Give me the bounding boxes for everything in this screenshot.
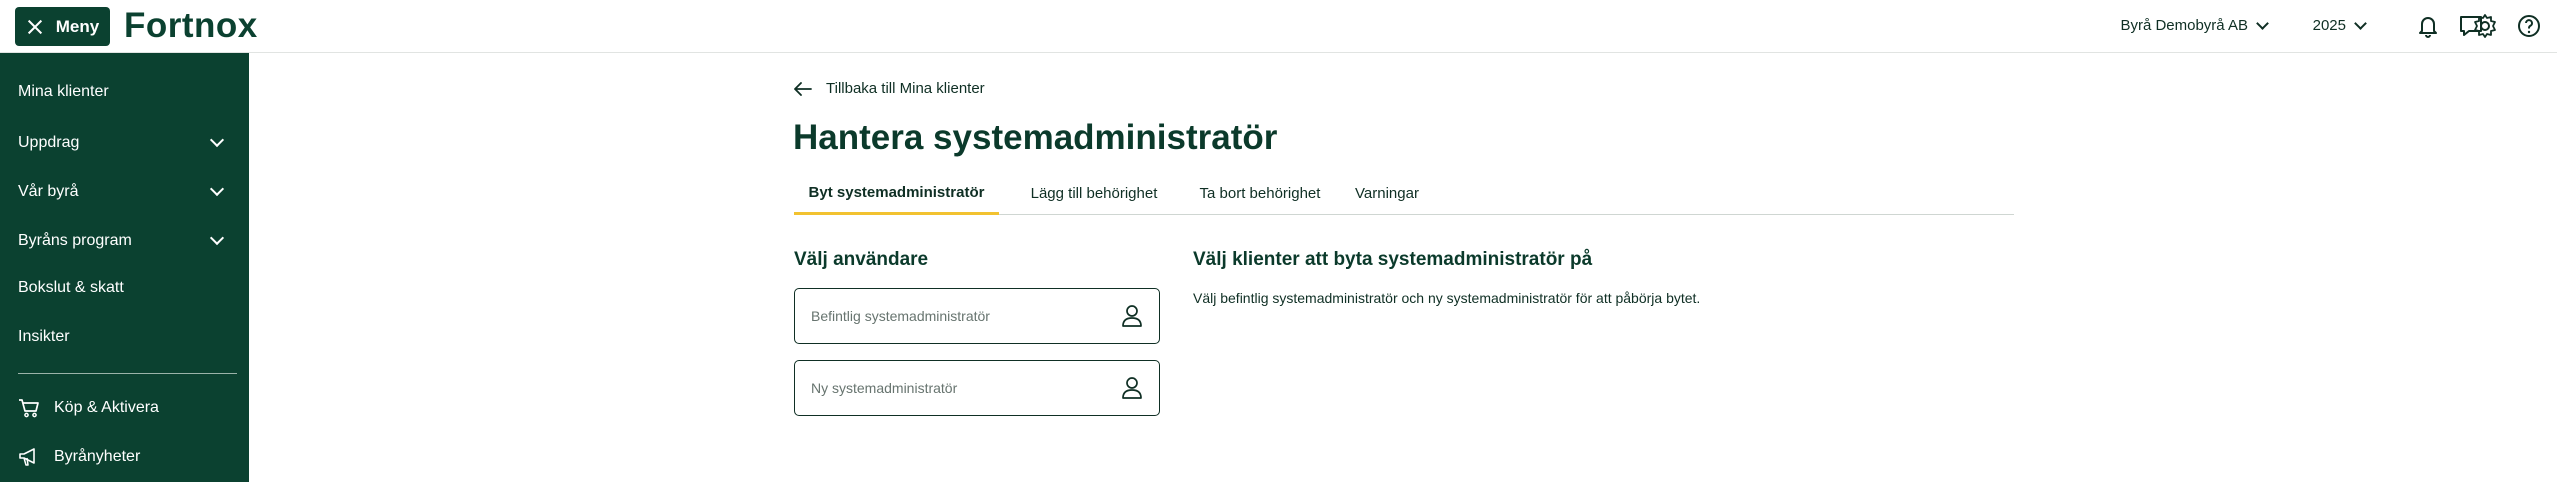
sidebar-item-label: Köp & Aktivera [54,399,159,416]
sidebar-item-mina-klienter[interactable]: Mina klienter [18,72,230,112]
user-icon [1122,377,1142,399]
arrow-left-icon [794,81,812,96]
help-icon[interactable] [2516,13,2542,39]
cart-icon [19,399,39,418]
tab-byt-systemadministrator[interactable]: Byt systemadministratör [794,172,999,215]
sidebar-divider [18,373,237,374]
sidebar-item-kop-aktivera[interactable]: Köp & Aktivera [18,388,230,428]
user-icon [1122,305,1142,327]
tab-label: Varningar [1355,185,1419,202]
sidebar-item-insikter[interactable]: Insikter [18,317,230,357]
current-admin-placeholder: Befintlig systemadministratör [811,308,990,324]
current-admin-field[interactable]: Befintlig systemadministratör [794,288,1160,344]
tab-bar: Byt systemadministratör Lägg till behöri… [794,172,2014,215]
fortnox-logo[interactable]: Fortnox [124,6,258,46]
chevron-down-icon [209,230,225,246]
sidebar-item-label: Insikter [18,328,70,345]
tab-varningar[interactable]: Varningar [1337,172,1437,215]
tab-label: Ta bort behörighet [1199,185,1321,202]
select-user-heading: Välj användare [794,249,929,270]
sidebar-item-label: Byrånyheter [54,448,141,465]
sidebar-item-label: Byråns program [18,232,132,249]
menu-button[interactable]: Meny [15,7,110,46]
tab-lagg-till-behorighet[interactable]: Lägg till behörighet [1009,172,1179,215]
placeholder-spacer [2386,13,2412,39]
company-selector[interactable]: Byrå Demobyrå AB [2120,16,2269,34]
sidebar-item-label: Mina klienter [18,83,109,100]
page-title: Hantera systemadministratör [793,118,1278,157]
close-icon [26,18,44,36]
tab-label: Lägg till behörighet [1030,185,1158,202]
sidebar-item-byranyheter[interactable]: Byrånyheter [18,437,230,477]
back-link-label: Tillbaka till Mina klienter [826,80,985,97]
gear-icon[interactable] [2472,13,2498,39]
back-link[interactable]: Tillbaka till Mina klienter [794,80,985,97]
sidebar-item-label: Uppdrag [18,134,80,151]
new-admin-field[interactable]: Ny systemadministratör [794,360,1160,416]
company-name: Byrå Demobyrå AB [2120,17,2248,34]
sidebar-item-label: Vår byrå [18,183,79,200]
top-bar: Meny Fortnox Byrå Demobyrå AB 2025 [0,0,2557,53]
sidebar-item-uppdrag[interactable]: Uppdrag [18,123,230,163]
sidebar-item-label: Bokslut & skatt [18,279,124,296]
megaphone-icon [19,448,35,466]
chevron-down-icon [2256,16,2269,30]
menu-button-label: Meny [55,16,100,36]
tab-ta-bort-behorighet[interactable]: Ta bort behörighet [1185,172,1335,215]
tab-label: Byt systemadministratör [808,183,985,201]
sidebar-item-bokslut-skatt[interactable]: Bokslut & skatt [18,268,230,308]
clients-heading: Välj klienter att byta systemadministrat… [1193,249,1593,270]
year-selector[interactable]: 2025 [2312,16,2367,34]
sidebar-item-var-byra[interactable]: Vår byrå [18,172,230,212]
sidebar: Mina klienter Uppdrag Vår byrå Byråns pr… [0,53,249,482]
bell-icon[interactable] [2415,13,2441,39]
new-admin-placeholder: Ny systemadministratör [811,380,958,396]
chevron-down-icon [209,181,225,197]
clients-description: Välj befintlig systemadministratör och n… [1193,290,1701,306]
chevron-down-icon [2354,16,2367,30]
year-value: 2025 [2312,17,2346,34]
sidebar-item-byrans-program[interactable]: Byråns program [18,221,230,261]
chevron-down-icon [209,132,225,148]
